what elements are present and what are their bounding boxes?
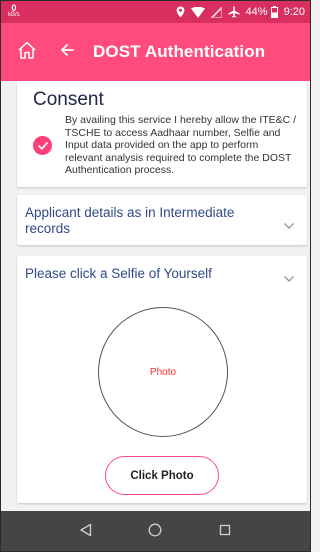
photo-preview: Photo (98, 307, 228, 437)
system-nav-bar (1, 511, 310, 551)
wifi-icon (190, 6, 205, 18)
consent-text: By availing this service I hereby allow … (65, 114, 297, 176)
triangle-back-icon (79, 523, 92, 542)
nav-back-button[interactable] (72, 518, 100, 546)
applicant-details-label: Applicant details as in Intermediate rec… (25, 205, 235, 236)
square-recents-icon (219, 523, 231, 541)
net-speed: 0 kB/s (8, 3, 20, 19)
nav-recents-button[interactable] (211, 518, 239, 546)
chevron-down-icon (283, 217, 295, 229)
home-button[interactable] (1, 23, 53, 81)
status-bar: 0 kB/s 44% 9:20 (1, 1, 310, 23)
home-icon (17, 40, 37, 65)
net-speed-unit: kB/s (8, 12, 20, 18)
battery-icon (270, 6, 278, 18)
back-button[interactable] (53, 23, 81, 81)
airplane-icon (228, 6, 240, 18)
applicant-details-accordion[interactable]: Applicant details as in Intermediate rec… (17, 195, 307, 245)
consent-title: Consent (33, 89, 104, 110)
chevron-down-icon[interactable] (283, 270, 295, 282)
selfie-label[interactable]: Please click a Selfie of Yourself (25, 266, 212, 282)
battery-percent: 44% (245, 6, 268, 18)
selfie-accordion: Please click a Selfie of Yourself Photo … (17, 256, 307, 503)
circle-home-icon (148, 523, 162, 542)
page-title: DOST Authentication (93, 42, 266, 61)
photo-placeholder: Photo (149, 366, 177, 378)
net-speed-value: 0 (11, 3, 17, 13)
clock: 9:20 (283, 6, 305, 18)
cell-signal-icon (210, 6, 222, 18)
nav-home-button[interactable] (141, 518, 169, 546)
location-icon (176, 6, 185, 18)
consent-checkbox[interactable] (33, 136, 52, 155)
check-icon (37, 137, 48, 155)
arrow-left-icon (60, 43, 74, 62)
app-frame: 0 kB/s 44% 9:20 DOST Authentication Cons… (0, 0, 311, 552)
consent-card: Consent By availing this service I hereb… (17, 81, 307, 187)
app-bar: DOST Authentication (1, 23, 310, 81)
click-photo-button[interactable]: Click Photo (105, 456, 219, 495)
